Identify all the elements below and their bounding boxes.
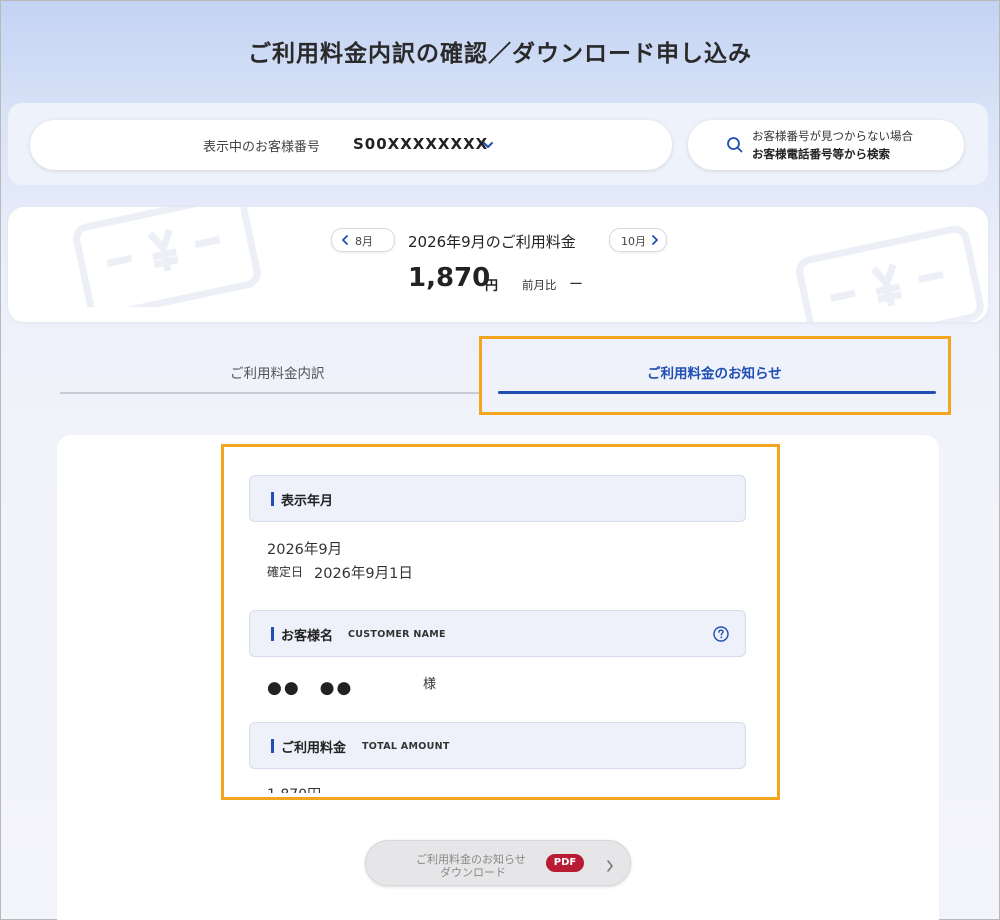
next-month-button[interactable]: 10月 — [609, 228, 667, 252]
prev-month-compare-value: ー — [569, 277, 583, 293]
bill-summary-card: 8月 2026年9月のご利用料金 10月 1,870 円 前月比 ー — [8, 207, 988, 322]
bill-amount: 1,870 — [408, 263, 491, 293]
bill-amount-unit: 円 — [485, 279, 499, 294]
chevron-down-icon — [482, 136, 494, 155]
customer-search-button[interactable]: お客様番号が見つからない場合 お客様電話番号等から検索 — [688, 120, 964, 170]
search-icon — [726, 136, 744, 158]
prev-month-label: 8月 — [355, 235, 373, 248]
search-hint-text: お客様番号が見つからない場合 — [752, 129, 913, 143]
chevron-left-icon — [342, 235, 348, 245]
pdf-button-sublabel: ダウンロード — [440, 866, 506, 879]
customer-number-value: S00XXXXXXXX — [353, 135, 489, 153]
customer-number-select[interactable]: 表示中のお客様番号 S00XXXXXXXX — [30, 120, 672, 170]
prev-month-button[interactable]: 8月 — [331, 228, 395, 252]
next-month-label: 10月 — [621, 235, 646, 248]
highlight-box-tab — [479, 336, 951, 415]
tab-breakdown[interactable]: ご利用料金内訳 — [230, 362, 325, 382]
chevron-right-icon — [652, 235, 658, 245]
yen-card-decoration-icon — [73, 207, 261, 307]
chevron-right-icon — [606, 857, 614, 876]
page-title: ご利用料金内訳の確認／ダウンロード申し込み — [248, 41, 752, 67]
tab-underline — [60, 392, 480, 394]
highlight-box-content — [221, 444, 780, 800]
bill-title: 2026年9月のご利用料金 — [408, 233, 576, 251]
pdf-badge: PDF — [546, 854, 584, 872]
customer-number-label: 表示中のお客様番号 — [203, 140, 321, 155]
search-action-text: お客様電話番号等から検索 — [752, 147, 890, 161]
prev-month-compare-label: 前月比 — [522, 278, 557, 292]
yen-card-decoration-icon — [796, 225, 984, 322]
pdf-download-button[interactable]: ご利用料金のお知らせ ダウンロード PDF — [365, 840, 631, 886]
